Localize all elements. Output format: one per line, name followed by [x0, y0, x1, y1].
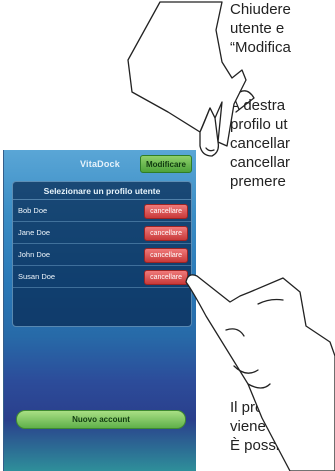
- new-account-button[interactable]: Nuovo account: [16, 410, 186, 429]
- modify-button[interactable]: Modificare: [139, 155, 192, 173]
- profile-row[interactable]: Susan Doe cancellare: [13, 266, 191, 288]
- profile-name: Susan Doe: [18, 272, 56, 281]
- profile-list-panel: Selezionare un profilo utente Bob Doe ca…: [12, 181, 192, 327]
- instruction-text-profile: Il profilo viene vis È possib: [230, 399, 289, 454]
- delete-profile-button[interactable]: cancellare: [144, 204, 188, 219]
- profile-row[interactable]: John Doe cancellare: [13, 244, 191, 266]
- instruction-text-delete: A destra profilo ut cancellar cancellar …: [230, 97, 291, 190]
- profile-list-title: Selezionare un profilo utente: [13, 182, 191, 200]
- profile-row[interactable]: Jane Doe cancellare: [13, 222, 191, 244]
- delete-profile-button[interactable]: cancellare: [144, 270, 188, 285]
- top-bar: VitaDock Modificare: [4, 150, 196, 177]
- profile-name: Bob Doe: [18, 206, 48, 215]
- profile-name: Jane Doe: [18, 228, 51, 237]
- app-title: VitaDock: [80, 158, 120, 169]
- upper-finger-icon: [199, 107, 220, 157]
- instruction-text-close: Chiudere utente e “Modifica: [230, 1, 291, 56]
- delete-profile-button[interactable]: cancellare: [144, 248, 188, 263]
- profile-row[interactable]: Bob Doe cancellare: [13, 200, 191, 222]
- upper-hand-icon: [127, 1, 247, 147]
- phone-screen: VitaDock Modificare Selezionare un profi…: [3, 150, 196, 471]
- profile-name: John Doe: [18, 250, 51, 259]
- delete-profile-button[interactable]: cancellare: [144, 226, 188, 241]
